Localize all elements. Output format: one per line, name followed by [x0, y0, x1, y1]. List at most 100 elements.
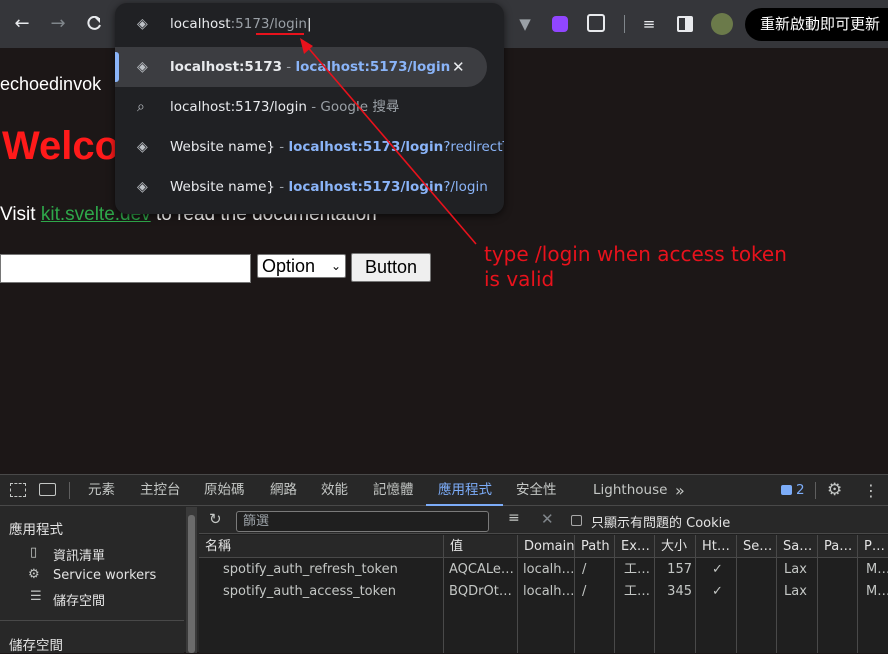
- omnibox-input[interactable]: ◈ localhost:5173/login|: [115, 4, 504, 44]
- back-icon[interactable]: ←: [10, 12, 34, 36]
- table-cell[interactable]: M…: [861, 581, 888, 603]
- table-cell[interactable]: BQDrOt…: [444, 581, 517, 603]
- option-select[interactable]: Option ⌄: [257, 254, 346, 278]
- globe-icon: ◈: [137, 179, 148, 195]
- sidebar-item-service-workers[interactable]: Service workers: [53, 568, 156, 583]
- column-header[interactable]: 名稱: [199, 535, 444, 558]
- gear-icon: ⚙: [28, 567, 40, 582]
- cookie-table: 名稱 值 Domain Path Ex… 大小 Ht… Se… Sa… Pa… …: [199, 535, 888, 653]
- column-header[interactable]: Sa…: [777, 535, 818, 558]
- toolbar-divider: [624, 15, 625, 33]
- sidebar-item-manifest[interactable]: 資訊清單: [53, 545, 105, 564]
- table-cell[interactable]: Lax: [779, 581, 817, 603]
- column-divider: [776, 535, 777, 653]
- sidebar-scrollbar[interactable]: [186, 507, 197, 653]
- tab-divider: [69, 482, 70, 499]
- table-cell[interactable]: M…: [861, 559, 888, 581]
- tab-console[interactable]: 主控台: [140, 475, 181, 506]
- table-cell[interactable]: [737, 581, 776, 603]
- table-cell[interactable]: localh…: [518, 581, 574, 603]
- issues-count[interactable]: 2: [796, 475, 805, 506]
- filter-input[interactable]: 篩選: [236, 511, 489, 532]
- extensions-puzzle-icon[interactable]: [587, 14, 605, 32]
- option-select-value: Option: [262, 256, 316, 276]
- reload-icon[interactable]: [82, 12, 106, 36]
- chevron-down-icon: ⌄: [330, 259, 341, 273]
- tab-network[interactable]: 網路: [270, 475, 297, 506]
- more-tabs-icon[interactable]: »: [675, 475, 685, 506]
- inspect-element-icon[interactable]: [10, 483, 26, 497]
- omnibox-dropdown: ◈ localhost:5173/login| ◈ localhost:5173…: [115, 3, 504, 214]
- suggestion-text: localhost:5173 - localhost:5173/login: [170, 59, 451, 75]
- tab-security[interactable]: 安全性: [516, 475, 557, 506]
- relaunch-update-button[interactable]: 重新啟動即可更新: [745, 8, 888, 41]
- active-tab-indicator: [426, 504, 503, 506]
- media-controls-icon[interactable]: ≡: [637, 12, 661, 36]
- clear-filtered-icon[interactable]: ≡: [508, 510, 520, 526]
- sidebar-item-storage[interactable]: 儲存空間: [53, 590, 105, 609]
- sidebar-divider: [0, 620, 184, 621]
- column-header[interactable]: P…: [858, 535, 888, 558]
- table-cell[interactable]: spotify_auth_refresh_token: [218, 559, 443, 581]
- search-icon: ⌕: [137, 99, 145, 115]
- table-cell[interactable]: spotify_auth_access_token: [218, 581, 443, 603]
- column-divider: [574, 535, 575, 653]
- tab-performance[interactable]: 效能: [321, 475, 348, 506]
- issues-only-checkbox[interactable]: [571, 515, 582, 526]
- globe-icon: ◈: [137, 139, 148, 155]
- side-panel-icon[interactable]: [677, 16, 693, 32]
- table-cell[interactable]: [737, 559, 776, 581]
- more-options-icon[interactable]: ⋮: [863, 475, 879, 506]
- tab-application[interactable]: 應用程式: [438, 475, 492, 506]
- tab-elements[interactable]: 元素: [88, 475, 115, 506]
- extension-purple-icon[interactable]: [552, 16, 568, 32]
- tab-memory[interactable]: 記憶體: [373, 475, 414, 506]
- device-toolbar-icon[interactable]: [39, 483, 56, 496]
- table-cell[interactable]: 157: [655, 559, 695, 581]
- table-cell[interactable]: ✓: [707, 559, 736, 581]
- selection-indicator: [115, 52, 119, 82]
- settings-gear-icon[interactable]: ⚙: [827, 475, 842, 506]
- forward-icon[interactable]: →: [46, 12, 70, 36]
- column-header[interactable]: Ex…: [615, 535, 655, 558]
- sidebar-heading-storage: 儲存空間: [9, 638, 63, 654]
- tab-lighthouse[interactable]: Lighthouse: [593, 475, 667, 506]
- column-header[interactable]: Ht…: [696, 535, 737, 558]
- column-header[interactable]: Domain: [518, 535, 575, 558]
- table-cell[interactable]: 工…: [619, 581, 654, 603]
- close-icon[interactable]: ✕: [452, 47, 468, 87]
- suggestion-item[interactable]: ◈ localhost:5173 - localhost:5173/login …: [115, 47, 487, 87]
- database-icon: ☰: [30, 589, 42, 604]
- table-cell[interactable]: AQCALe…: [444, 559, 517, 581]
- column-header[interactable]: Pa…: [818, 535, 858, 558]
- suggestion-item[interactable]: ◈ Website name} - localhost:5173/login?/…: [115, 167, 504, 207]
- delete-selected-icon[interactable]: ✕: [541, 510, 554, 528]
- table-cell[interactable]: [818, 581, 857, 603]
- table-cell[interactable]: [818, 559, 857, 581]
- suggestion-item[interactable]: ◈ Website name} - localhost:5173/login?r…: [115, 127, 504, 167]
- table-cell[interactable]: /: [577, 581, 614, 603]
- column-header[interactable]: Path: [575, 535, 615, 558]
- refresh-icon[interactable]: ↻: [209, 510, 222, 528]
- suggestion-item[interactable]: ⌕ localhost:5173/login - Google 搜尋: [115, 87, 504, 127]
- profile-avatar[interactable]: [711, 13, 733, 35]
- manifest-file-icon: ▯: [30, 545, 38, 560]
- column-header[interactable]: 值: [444, 535, 518, 558]
- table-cell[interactable]: ✓: [707, 581, 736, 603]
- column-header[interactable]: 大小: [655, 535, 696, 558]
- vue-devtools-icon[interactable]: ▼: [513, 12, 537, 36]
- table-cell[interactable]: 工…: [619, 559, 654, 581]
- issues-icon[interactable]: [781, 485, 792, 495]
- table-cell[interactable]: /: [577, 559, 614, 581]
- text-input[interactable]: [0, 254, 251, 283]
- page-button[interactable]: Button: [351, 253, 431, 282]
- column-header[interactable]: Se…: [737, 535, 777, 558]
- scrollbar-thumb[interactable]: [188, 515, 195, 653]
- table-cell[interactable]: Lax: [779, 559, 817, 581]
- tab-sources[interactable]: 原始碼: [204, 475, 245, 506]
- cookie-filter-bar: ↻ 篩選 ≡ ✕ 只顯示有問題的 Cookie: [199, 507, 888, 534]
- column-divider: [857, 535, 858, 653]
- table-cell[interactable]: localh…: [518, 559, 574, 581]
- globe-icon: ◈: [137, 59, 148, 75]
- table-cell[interactable]: 345: [655, 581, 695, 603]
